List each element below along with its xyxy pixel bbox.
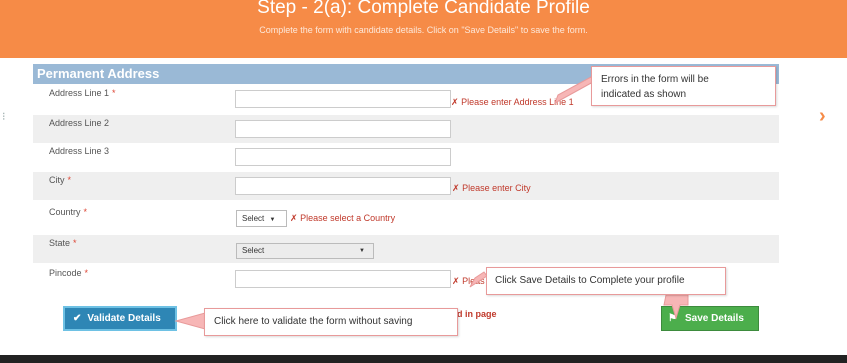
bottom-bar xyxy=(0,355,847,363)
save-callout-arrow-down xyxy=(663,294,689,320)
validate-callout: Click here to validate the form without … xyxy=(204,308,458,336)
validate-callout-arrow xyxy=(174,312,206,330)
save-callout-arrow-left xyxy=(469,271,488,288)
errors-callout-arrow xyxy=(554,76,594,105)
save-callout: Click Save Details to Complete your prof… xyxy=(486,267,726,295)
errors-callout: Errors in the form will be indicated as … xyxy=(591,66,776,106)
